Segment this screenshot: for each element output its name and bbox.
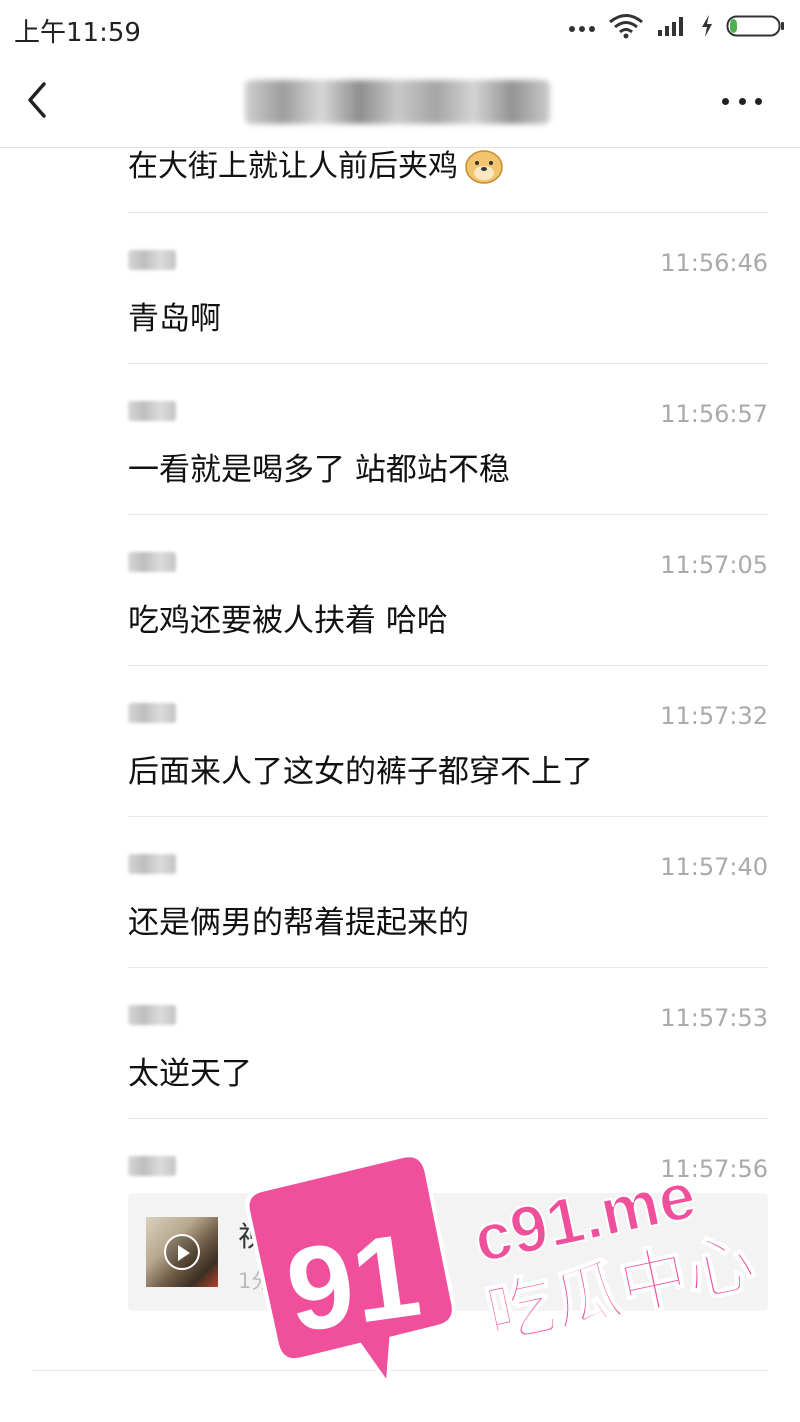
message-time: 11:57:53 (660, 1004, 768, 1032)
message-item[interactable]: 11:57:40 还是俩男的帮着提起来的 (128, 817, 768, 968)
message-text: 还是俩男的帮着提起来的 (128, 905, 469, 941)
message-text: 青岛啊 (128, 301, 221, 337)
back-button[interactable] (22, 78, 62, 126)
message-item[interactable]: 11:56:57 一看就是喝多了 站都站不稳 (128, 364, 768, 515)
sender-name-blurred (128, 401, 176, 421)
message-item[interactable]: 11:56:46 青岛啊 (128, 213, 768, 364)
video-thumbnail (146, 1217, 218, 1287)
message-time: 11:56:46 (660, 249, 768, 277)
doge-emoji-icon (465, 150, 503, 184)
sender-name-blurred (128, 250, 176, 270)
play-icon (164, 1234, 200, 1270)
more-horizontal-icon (722, 97, 729, 105)
sender-name-blurred (128, 703, 176, 723)
battery-icon (726, 13, 786, 43)
charging-icon (700, 14, 714, 42)
message-time: 11:57:56 (660, 1155, 768, 1183)
chat-history-list[interactable]: 在大街上就让人前后夹鸡 11:56:46 青岛啊 11:56:57 一看就是喝多… (0, 149, 800, 1399)
message-item[interactable]: 11:57:05 吃鸡还要被人扶着 哈哈 (128, 515, 768, 666)
message-time: 11:57:05 (660, 551, 768, 579)
message-item[interactable]: 11:57:53 太逆天了 (128, 968, 768, 1119)
message-time: 11:57:40 (660, 853, 768, 881)
status-time: 上午11:59 (14, 18, 141, 48)
status-icons (568, 14, 786, 42)
wifi-icon (608, 13, 644, 43)
sender-name-blurred (128, 552, 176, 572)
chat-title-blurred (245, 80, 550, 124)
video-duration: 1分7秒 (238, 1269, 307, 1293)
sender-name-blurred (128, 854, 176, 874)
chevron-left-icon (28, 82, 46, 118)
status-bar: 上午11:59 (0, 0, 800, 56)
message-text: 吃鸡还要被人扶着 哈哈 (128, 603, 448, 639)
message-text: 后面来人了这女的裤子都穿不上了 (128, 754, 593, 790)
sender-name-blurred (128, 1156, 176, 1176)
message-item[interactable]: 11:57:32 后面来人了这女的裤子都穿不上了 (128, 666, 768, 817)
message-text: 一看就是喝多了 站都站不稳 (128, 452, 510, 488)
nav-bar (0, 56, 800, 148)
more-dots-icon (568, 19, 596, 38)
more-button[interactable] (722, 94, 762, 108)
video-message-card[interactable]: 视频 1分7秒 (128, 1193, 768, 1311)
divider (32, 1370, 768, 1371)
message-time: 11:56:57 (660, 400, 768, 428)
message-time: 11:57:32 (660, 702, 768, 730)
sender-name-blurred (128, 1005, 176, 1025)
message-text-partial: 在大街上就让人前后夹鸡 (128, 149, 504, 185)
message-text: 太逆天了 (128, 1056, 252, 1092)
video-title: 视频 (238, 1220, 295, 1253)
signal-icon (656, 14, 688, 42)
